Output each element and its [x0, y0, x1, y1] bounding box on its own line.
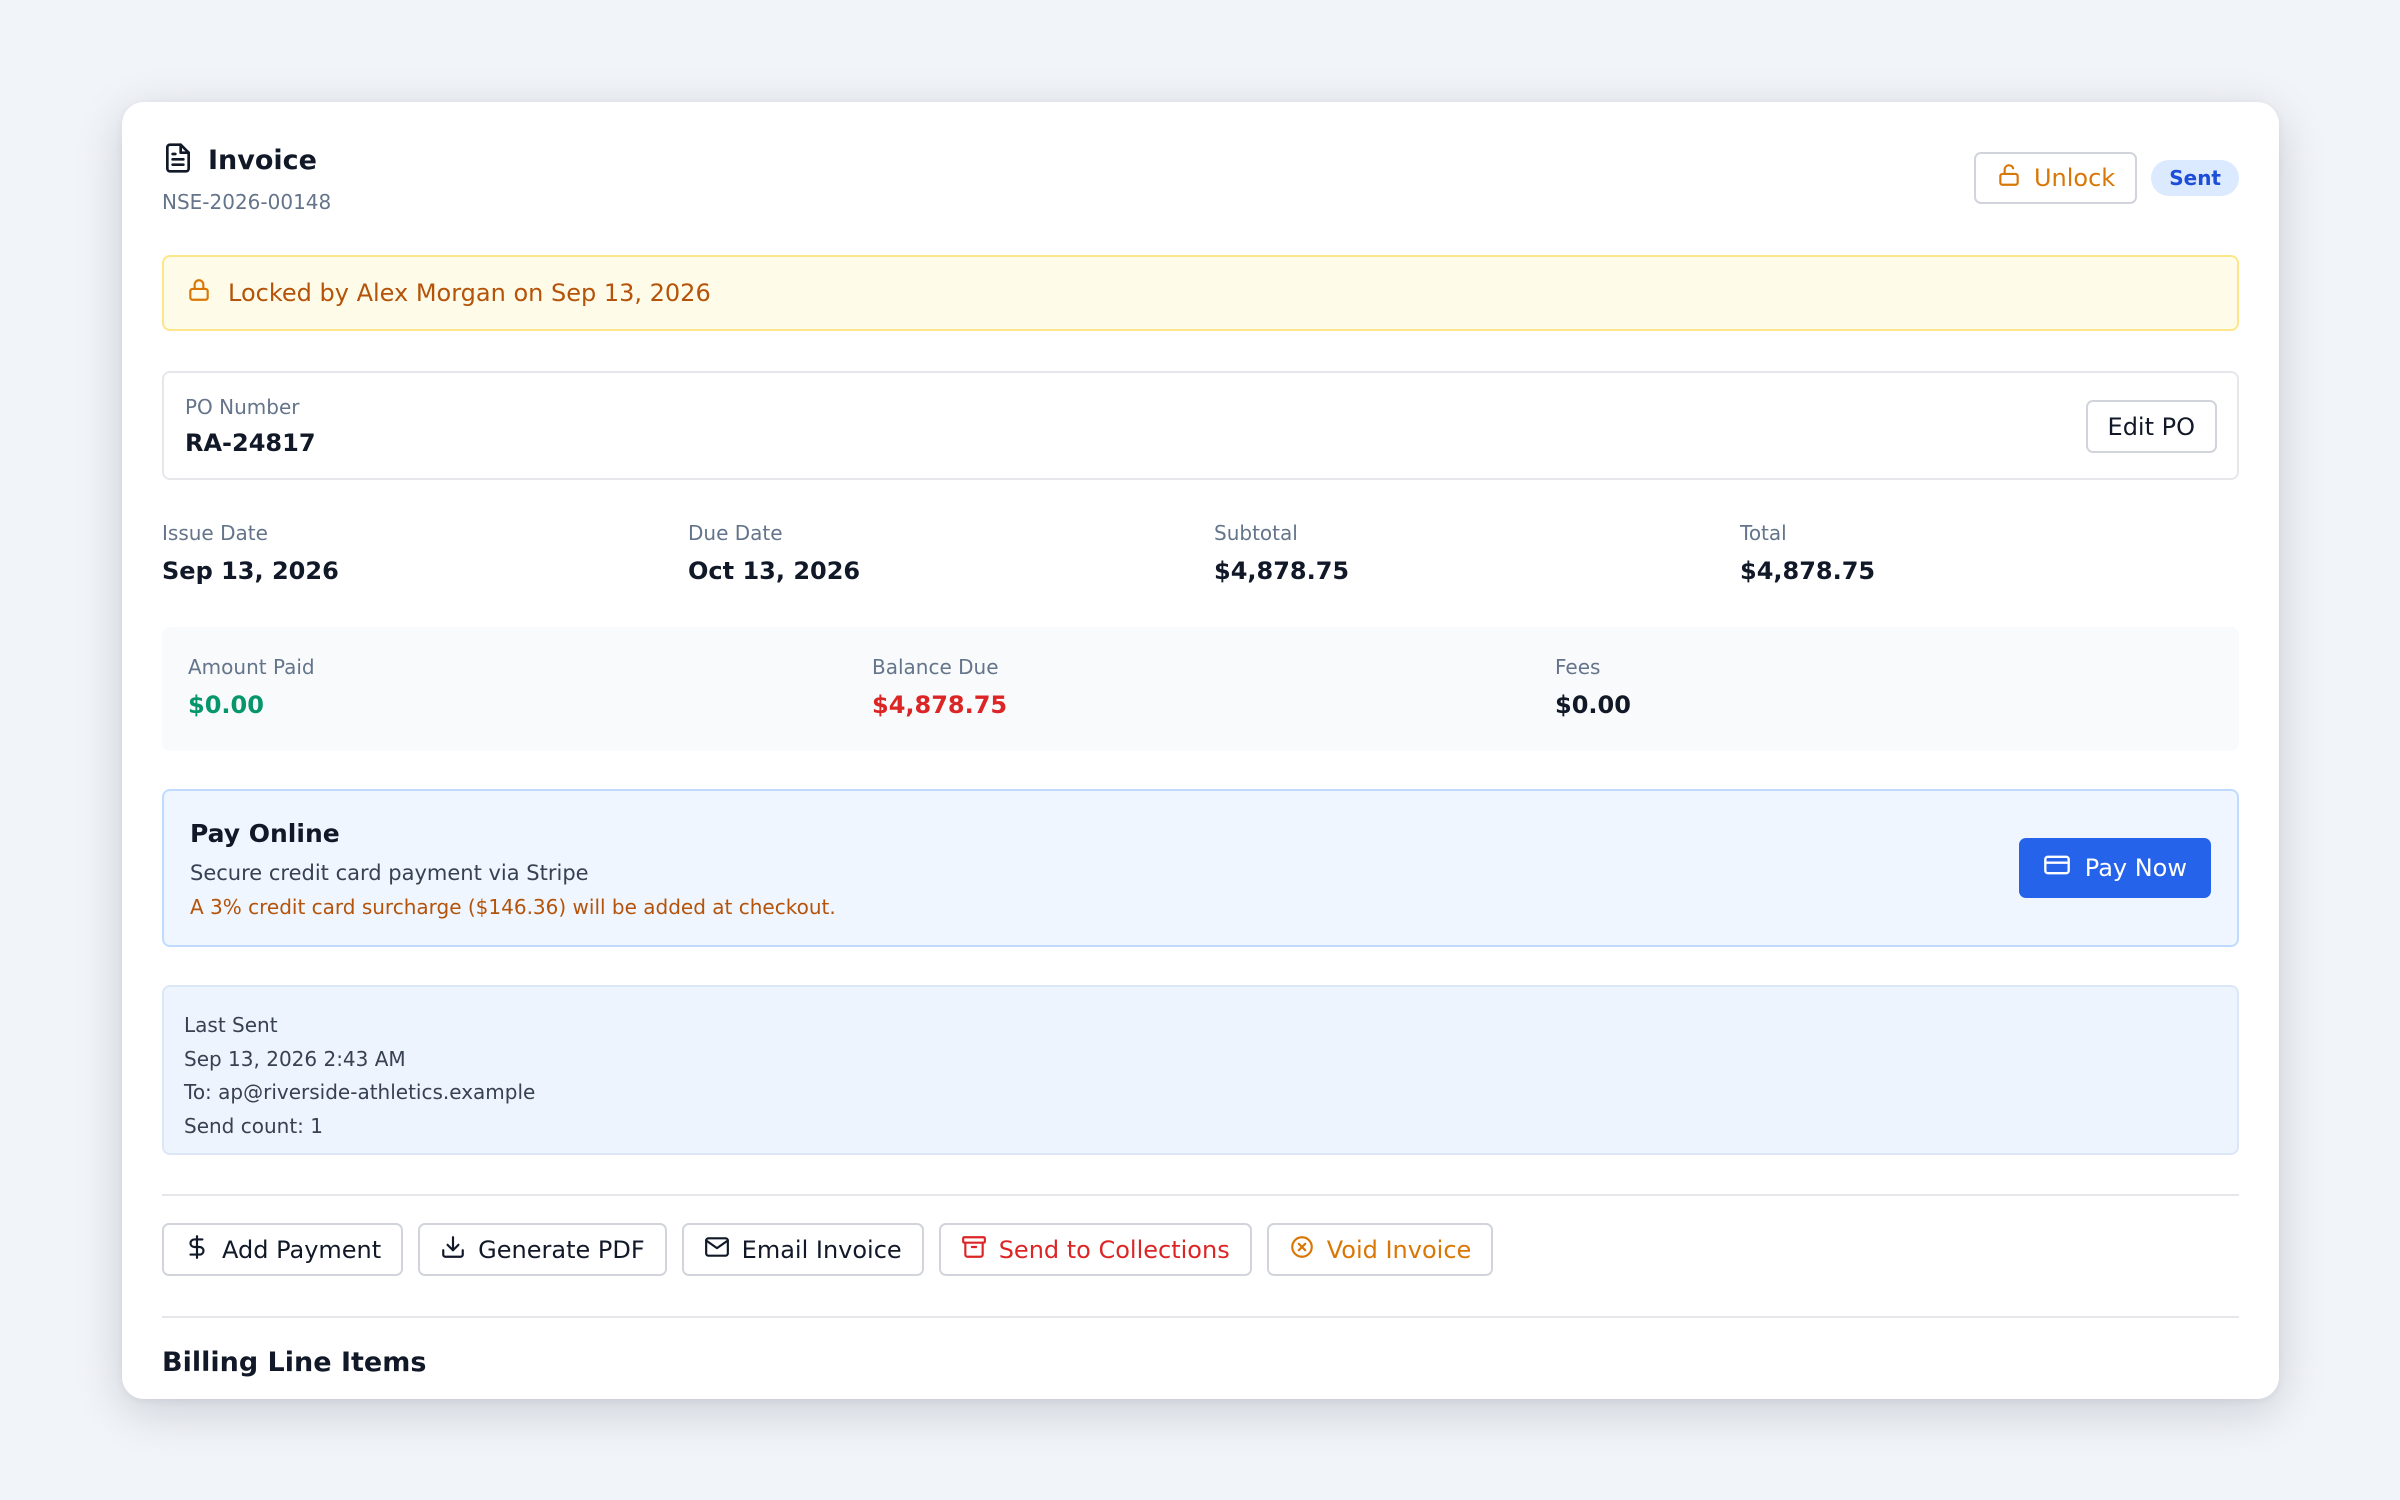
credit-card-icon: [2043, 851, 2071, 885]
balance-due-value: $4,878.75: [872, 691, 1008, 719]
invoice-stats: Issue Date Sep 13, 2026 Due Date Oct 13,…: [162, 521, 2239, 591]
stat-issue-date: Issue Date Sep 13, 2026: [162, 521, 339, 585]
stat-label: Total: [1740, 521, 1787, 545]
download-icon: [440, 1234, 466, 1266]
title-row: Invoice: [162, 142, 2239, 178]
mail-icon: [704, 1234, 730, 1266]
stat-value: Oct 13, 2026: [688, 557, 861, 585]
stat-value: Sep 13, 2026: [162, 557, 339, 585]
stat-due-date: Due Date Oct 13, 2026: [688, 521, 860, 585]
invoice-header: Invoice NSE-2026-00148: [162, 142, 2239, 222]
document-icon: [162, 142, 194, 178]
last-sent-panel: Last Sent Sep 13, 2026 2:43 AM To: ap@ri…: [162, 985, 2239, 1155]
stat-label: Subtotal: [1214, 521, 1298, 545]
send-to-collections-label: Send to Collections: [998, 1235, 1230, 1264]
fees-value: $0.00: [1555, 691, 1631, 719]
add-payment-button[interactable]: Add Payment: [162, 1223, 404, 1276]
stat-value: $4,878.75: [1740, 557, 1876, 585]
header-actions: Unlock Sent: [1973, 152, 2239, 204]
unlock-button-label: Unlock: [2033, 164, 2116, 192]
last-sent-datetime: Sep 13, 2026 2:43 AM: [184, 1046, 406, 1071]
surcharge-note: A 3% credit card surcharge ($146.36) wil…: [190, 895, 836, 919]
send-count: Send count: 1: [184, 1113, 323, 1138]
pay-now-label: Pay Now: [2084, 854, 2187, 882]
amount-paid: Amount Paid $0.00: [188, 655, 315, 719]
fees-label: Fees: [1555, 655, 1601, 679]
divider: [162, 1316, 2239, 1318]
amount-paid-value: $0.00: [188, 691, 264, 719]
po-label: PO Number: [185, 395, 300, 419]
void-invoice-label: Void Invoice: [1326, 1235, 1472, 1264]
balance-due: Balance Due $4,878.75: [872, 655, 1007, 719]
divider: [162, 1194, 2239, 1196]
page-title: Invoice: [208, 144, 317, 176]
invoice-actions: Add Payment Generate PDF Email Invoice S…: [162, 1223, 1494, 1276]
lock-banner-text: Locked by Alex Morgan on Sep 13, 2026: [228, 279, 711, 307]
invoice-number: NSE-2026-00148: [162, 190, 332, 214]
invoice-card: Invoice NSE-2026-00148 Unlock Sent Locke…: [122, 102, 2279, 1399]
email-invoice-label: Email Invoice: [741, 1235, 902, 1264]
status-badge: Sent: [2151, 160, 2239, 196]
edit-po-button[interactable]: Edit PO: [2085, 400, 2217, 453]
generate-pdf-button[interactable]: Generate PDF: [418, 1223, 667, 1276]
pay-now-button[interactable]: Pay Now: [2018, 838, 2211, 898]
pay-online-panel: Pay Online Secure credit card payment vi…: [162, 789, 2239, 947]
last-sent-recipient: To: ap@riverside-athletics.example: [184, 1080, 536, 1104]
dollar-icon: [184, 1234, 210, 1266]
billing-line-items-title: Billing Line Items: [162, 1347, 427, 1378]
lock-banner: Locked by Alex Morgan on Sep 13, 2026: [162, 255, 2239, 331]
po-number-box: PO Number RA-24817 Edit PO: [162, 371, 2239, 480]
balance-due-label: Balance Due: [872, 655, 999, 679]
last-sent-label: Last Sent: [184, 1013, 278, 1037]
unlock-button[interactable]: Unlock: [1973, 152, 2138, 204]
unlock-icon: [1996, 162, 2022, 194]
archive-icon: [961, 1234, 987, 1266]
x-circle-icon: [1289, 1234, 1315, 1266]
amount-paid-label: Amount Paid: [188, 655, 315, 679]
stat-subtotal: Subtotal $4,878.75: [1214, 521, 1349, 585]
fees: Fees $0.00: [1555, 655, 1631, 719]
pay-online-description: Secure credit card payment via Stripe: [190, 861, 589, 885]
stat-total: Total $4,878.75: [1740, 521, 1875, 585]
generate-pdf-label: Generate PDF: [478, 1235, 645, 1264]
lock-icon: [186, 277, 212, 309]
email-invoice-button[interactable]: Email Invoice: [681, 1223, 924, 1276]
stat-value: $4,878.75: [1214, 557, 1350, 585]
pay-online-title: Pay Online: [190, 819, 340, 848]
po-value: RA-24817: [185, 429, 316, 457]
payment-summary: Amount Paid $0.00 Balance Due $4,878.75 …: [162, 627, 2239, 751]
stat-label: Issue Date: [162, 521, 268, 545]
void-invoice-button[interactable]: Void Invoice: [1266, 1223, 1494, 1276]
stat-label: Due Date: [688, 521, 783, 545]
add-payment-label: Add Payment: [222, 1235, 382, 1264]
send-to-collections-button[interactable]: Send to Collections: [938, 1223, 1252, 1276]
